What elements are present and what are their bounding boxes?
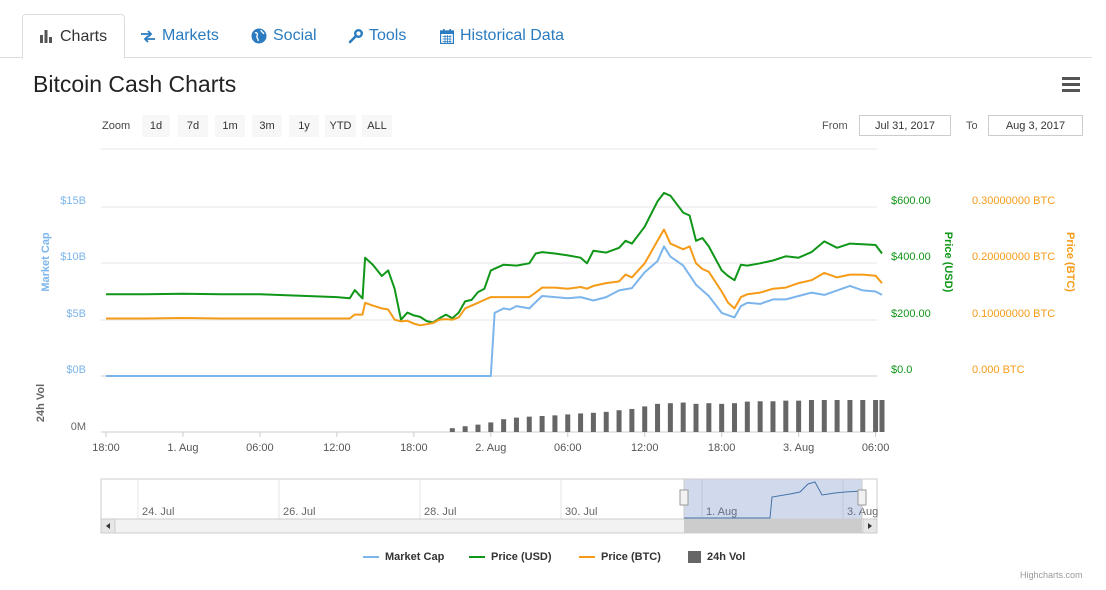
credits-link[interactable]: Highcharts.com [1020,570,1083,580]
price-btc-line [106,228,883,327]
price-usd-tick: $200.00 [891,308,931,320]
price-usd-tick: $0.0 [891,364,912,376]
volume-bar [462,426,468,432]
price-btc-tick: 0.10000000 BTC [972,308,1055,320]
x-tick-label: 06:00 [862,442,890,454]
x-tick-label: 12:00 [323,442,351,454]
legend-item-price-usd[interactable]: Price (USD) [469,549,552,565]
navigator-tick-label: 26. Jul [283,506,315,518]
price-usd-line [106,191,883,324]
x-tick-label: 12:00 [631,442,659,454]
volume-bar [655,403,661,432]
volume-bar [796,400,802,432]
market-cap-axis-title: Market Cap [40,232,52,292]
volume-swatch [688,551,701,563]
x-tick-label: 18:00 [400,442,428,454]
price-usd-axis-title: Price (USD) [942,232,954,293]
legend-label-24h-vol: 24h Vol [707,551,746,563]
price-usd-tick: $600.00 [891,195,931,207]
volume-bar [693,403,699,432]
volume-bar [731,403,737,432]
volume-tick: 0M [71,421,86,433]
x-tick-label: 18:00 [92,442,120,454]
volume-bar [680,402,686,432]
scrollbar-thumb[interactable] [684,519,862,533]
navigator-tick-label: 30. Jul [565,506,597,518]
volume-bar [578,413,584,432]
price-usd-swatch [469,556,485,558]
price-chart: $0B $0.0 0.000 BTC $5B $200.00 0.10000000 BTC… [35,148,1076,534]
volume-bar [706,403,712,432]
price-btc-axis-title: Price (BTC) [1064,232,1076,292]
x-tick-label: 18:00 [708,442,736,454]
volume-bar [783,400,789,432]
volume-bar [642,406,648,432]
volume-bar [552,415,558,432]
volume-bar [808,400,814,432]
market-cap-tick: $10B [60,251,86,263]
volume-bar [757,401,763,432]
x-tick-label: 06:00 [554,442,582,454]
price-usd-tick: $400.00 [891,251,931,263]
legend-label-price-usd: Price (USD) [491,551,552,563]
volume-bar [873,400,879,432]
legend-item-24h-vol[interactable]: 24h Vol [688,549,745,565]
volume-bar [834,400,840,432]
volume-bar [879,400,885,432]
x-tick-label: 06:00 [246,442,274,454]
volume-bar [667,403,673,432]
legend-item-price-btc[interactable]: Price (BTC) [579,549,661,565]
navigator-selection[interactable] [683,478,863,520]
market-cap-swatch [363,556,379,558]
legend-item-market-cap[interactable]: Market Cap [363,549,444,565]
x-tick-label: 3. Aug [783,442,814,454]
legend-label-price-btc: Price (BTC) [601,551,661,563]
price-btc-swatch [579,556,595,558]
price-btc-tick: 0.20000000 BTC [972,251,1055,263]
volume-bar [719,403,725,432]
volume-bar [603,411,609,432]
x-tick-label: 1. Aug [167,442,198,454]
price-btc-tick: 0.30000000 BTC [972,195,1055,207]
legend-label-market-cap: Market Cap [385,551,445,563]
volume-bar [770,401,776,432]
volume-bar [526,416,532,432]
volume-bar [513,417,519,432]
volume-bar [565,414,571,432]
market-cap-tick: $5B [66,308,86,320]
navigator-tick-label: 24. Jul [142,506,174,518]
market-cap-tick: $0B [66,364,86,376]
volume-bar [449,428,455,432]
volume-bar [847,400,853,432]
market-cap-tick: $15B [60,195,86,207]
x-tick-label: 2. Aug [475,442,506,454]
navigator-handle[interactable] [857,489,867,506]
market-cap-line [106,245,883,377]
navigator-tick-label: 28. Jul [424,506,456,518]
navigator-handle[interactable] [679,489,689,506]
volume-bar [744,401,750,432]
volume-bar [488,422,494,432]
volume-axis-title: 24h Vol [35,384,47,422]
volume-bar [501,419,507,432]
price-btc-tick: 0.000 BTC [972,364,1025,376]
volume-bar [590,412,596,432]
volume-bar [629,408,635,432]
volume-bar [539,416,545,432]
volume-bar [475,424,481,432]
volume-bar [821,400,827,432]
volume-bar [616,410,622,432]
volume-bar [860,400,866,432]
